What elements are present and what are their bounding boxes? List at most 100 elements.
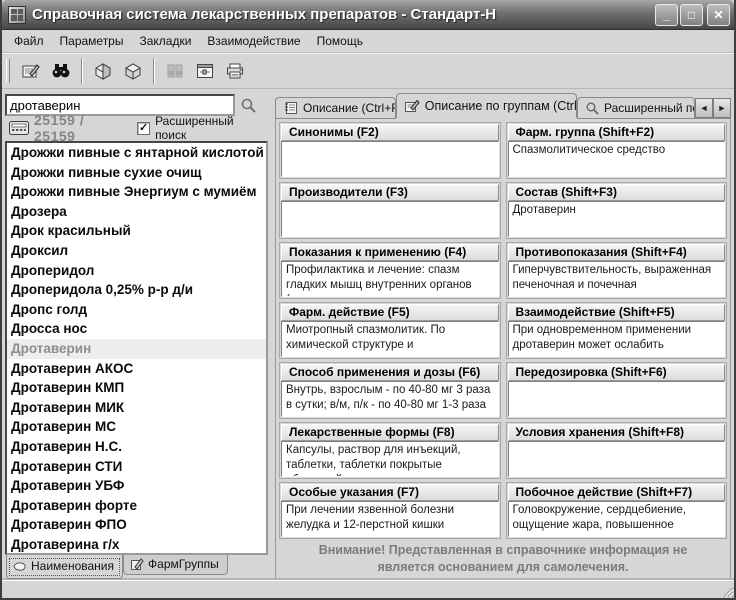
section-content[interactable]: Миотропный спазмолитик. По химической ст… (281, 321, 499, 357)
toolbar-separator (81, 58, 83, 84)
list-item[interactable]: Дротаверин ФПО (7, 515, 266, 535)
list-item[interactable]: Дроперидола 0,25% р-р д/и (7, 280, 266, 300)
search-icon[interactable] (235, 94, 261, 116)
section-content[interactable]: Дротаверин (508, 201, 726, 237)
list-item[interactable]: Дроксил (7, 241, 266, 261)
result-count: 25159 / 25159 (34, 112, 128, 144)
tab-description-by-groups[interactable]: Описание по группам (Ctrl+F4) (396, 93, 577, 118)
section-caption[interactable]: Взаимодействие (Shift+F5) (508, 304, 726, 321)
search-binoculars-icon[interactable] (46, 57, 76, 85)
section-content[interactable]: Спазмолитическое средство (508, 141, 726, 177)
section-content[interactable] (281, 141, 499, 177)
list-item[interactable]: Дропс голд (7, 300, 266, 320)
section-groupbox: Лекарственные формы (F8)Капсулы, раствор… (279, 422, 501, 479)
sections-grid: Синонимы (F2) Фарм. группа (Shift+F2)Спаз… (279, 122, 727, 539)
list-item[interactable]: Дротаверин (7, 339, 266, 359)
section-content[interactable]: Гиперчувствительность, выраженная печено… (508, 261, 726, 297)
app-window: Справочная система лекарственных препара… (0, 0, 736, 600)
minimize-button[interactable]: _ (655, 4, 678, 26)
section-caption[interactable]: Противопоказания (Shift+F4) (508, 244, 726, 261)
settings-window-icon[interactable] (190, 57, 220, 85)
menu-interactions[interactable]: Взаимодействие (199, 31, 308, 51)
tab-names[interactable]: Наименования (6, 555, 123, 579)
window-title: Справочная система лекарственных препара… (32, 6, 655, 23)
menu-bookmarks[interactable]: Закладки (131, 31, 199, 51)
list-item[interactable]: Дротаверин форте (7, 496, 266, 516)
titlebar: Справочная система лекарственных препара… (2, 0, 734, 30)
section-caption[interactable]: Фарм. действие (F5) (281, 304, 499, 321)
notebook-icon (283, 101, 298, 115)
list-item[interactable]: Дротаверин Н.С. (7, 437, 266, 457)
list-item[interactable]: Дротаверин УБФ (7, 476, 266, 496)
section-content[interactable]: Капсулы, раствор для инъекций, таблетки,… (281, 441, 499, 477)
tab-scroll-left[interactable]: ◄ (695, 98, 713, 118)
section-caption[interactable]: Передозировка (Shift+F6) (508, 364, 726, 381)
section-caption[interactable]: Фарм. группа (Shift+F2) (508, 124, 726, 141)
extended-search-label: Расширенный поиск (155, 114, 266, 142)
list-item[interactable]: Дросса нос (7, 319, 266, 339)
disclaimer-text: Внимание! Представленная в справочнике и… (279, 539, 727, 579)
panel-splitter[interactable] (268, 89, 275, 580)
section-caption[interactable]: Показания к применению (F4) (281, 244, 499, 261)
section-caption[interactable]: Состав (Shift+F3) (508, 184, 726, 201)
left-panel: 25159 / 25159 ✓ Расширенный поиск Дрожжи… (2, 89, 268, 580)
list-item[interactable]: Дроперидол (7, 261, 266, 281)
section-content[interactable]: Профилактика и лечение: спазм гладких мы… (281, 261, 499, 297)
tab-scroll-right[interactable]: ► (713, 98, 731, 118)
group-cube-icon[interactable] (88, 57, 118, 85)
close-button[interactable]: ✕ (707, 4, 730, 26)
clipboard-pen-icon (130, 558, 144, 571)
resize-grip[interactable] (720, 584, 734, 598)
saved-search-icon[interactable] (160, 57, 190, 85)
app-icon (8, 6, 26, 24)
menu-help[interactable]: Помощь (309, 31, 371, 51)
section-content[interactable] (508, 381, 726, 417)
menu-parameters[interactable]: Параметры (52, 31, 132, 51)
list-item[interactable]: Дротаверин МС (7, 417, 266, 437)
nosology-cube-icon[interactable] (118, 57, 148, 85)
list-item[interactable]: Дротаверина г/х (7, 535, 266, 555)
list-item[interactable]: Дротаверин СТИ (7, 457, 266, 477)
section-groupbox: Показания к применению (F4)Профилактика … (279, 242, 501, 299)
section-content[interactable] (281, 201, 499, 237)
list-item[interactable]: Дротаверин КМП (7, 378, 266, 398)
pointer-icon (13, 561, 27, 572)
section-groupbox: Передозировка (Shift+F6) (506, 362, 728, 419)
list-item[interactable]: Дрок красильный (7, 221, 266, 241)
edit-card-icon[interactable] (16, 57, 46, 85)
section-caption[interactable]: Лекарственные формы (F8) (281, 424, 499, 441)
section-caption[interactable]: Способ применения и дозы (F6) (281, 364, 499, 381)
section-groupbox: Синонимы (F2) (279, 122, 501, 179)
toolbar-grip[interactable] (6, 59, 10, 83)
tab-extended-search[interactable]: Расширенный поиск (577, 97, 695, 118)
section-content[interactable]: При одновременном применении дротаверин … (508, 321, 726, 357)
list-item[interactable]: Дрозера (7, 202, 266, 222)
list-item[interactable]: Дрожжи пивные с янтарной кислотой (7, 143, 266, 163)
maximize-button[interactable]: □ (680, 4, 703, 26)
list-item[interactable]: Дрожжи пивные Энергиум с мумиём (7, 182, 266, 202)
section-groupbox: Фарм. действие (F5)Миотропный спазмолити… (279, 302, 501, 359)
description-page: Синонимы (F2) Фарм. группа (Shift+F2)Спаз… (275, 118, 731, 580)
main-area: 25159 / 25159 ✓ Расширенный поиск Дрожжи… (2, 89, 734, 580)
section-caption[interactable]: Производители (F3) (281, 184, 499, 201)
tab-description[interactable]: Описание (Ctrl+F3) (275, 97, 396, 118)
section-caption[interactable]: Особые указания (F7) (281, 484, 499, 501)
list-item[interactable]: Дрожжи пивные сухие очищ (7, 163, 266, 183)
extended-search-checkbox[interactable]: ✓ (137, 122, 150, 135)
magnifier-icon (585, 101, 599, 115)
print-icon[interactable] (220, 57, 250, 85)
section-content[interactable] (508, 441, 726, 477)
list-item[interactable]: Дротаверин АКОС (7, 359, 266, 379)
section-content[interactable]: Внутрь, взрослым - по 40-80 мг 3 раза в … (281, 381, 499, 417)
list-item[interactable]: Дротаверин МИК (7, 398, 266, 418)
section-caption[interactable]: Побочное действие (Shift+F7) (508, 484, 726, 501)
tab-pharm-groups[interactable]: ФармГруппы (123, 555, 228, 575)
section-content[interactable]: Головокружение, сердцебиение, ощущение ж… (508, 501, 726, 537)
menu-file[interactable]: Файл (6, 31, 52, 51)
section-groupbox: Противопоказания (Shift+F4)Гиперчувствит… (506, 242, 728, 299)
toolbar (2, 53, 734, 89)
section-groupbox: Состав (Shift+F3)Дротаверин (506, 182, 728, 239)
section-content[interactable]: При лечении язвенной болезни желудка и 1… (281, 501, 499, 537)
section-caption[interactable]: Условия хранения (Shift+F8) (508, 424, 726, 441)
section-caption[interactable]: Синонимы (F2) (281, 124, 499, 141)
